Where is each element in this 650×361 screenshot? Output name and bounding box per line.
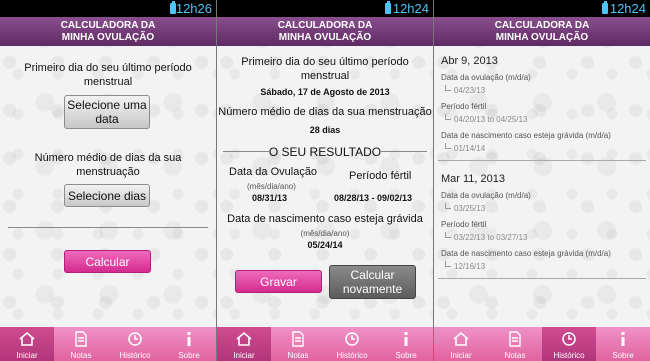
birth-value: 05/24/14	[307, 240, 343, 250]
info-icon	[621, 332, 625, 346]
nav-label-home: Iniciar	[450, 351, 472, 360]
history-icon	[128, 332, 142, 346]
divider	[8, 227, 208, 228]
nav-tab-history[interactable]: Histórico	[108, 327, 162, 361]
status-time: 12h24	[609, 1, 646, 16]
status-bar: 12h24	[217, 0, 433, 17]
history-ovulation-value: 03/25/13	[444, 203, 486, 213]
nav-label-history: Histórico	[336, 351, 368, 360]
nav-tab-notes[interactable]: Notas	[54, 327, 108, 361]
select-days-button[interactable]: Selecione dias	[64, 184, 150, 207]
divider	[438, 160, 646, 161]
nav-label-notes: Notas	[70, 351, 92, 360]
history-fertile-value: 04/20/13 to 04/25/13	[444, 114, 528, 124]
ovulation-format: (mês/dia/ano)	[247, 182, 296, 191]
app-title-line2: MINHA OVULAÇÃO	[495, 32, 589, 43]
history-entry-date: Abr 9, 2013	[441, 55, 498, 67]
notes-icon	[75, 331, 87, 347]
nav-tab-home[interactable]: Iniciar	[0, 327, 54, 361]
info-icon	[404, 332, 408, 346]
nav-tab-home[interactable]: Iniciar	[434, 327, 488, 361]
nav-tab-notes[interactable]: Notas	[488, 327, 542, 361]
nav-label-about: Sobre	[612, 351, 634, 360]
battery-icon	[385, 1, 391, 14]
nav-label-home: Iniciar	[16, 351, 38, 360]
nav-tab-home[interactable]: Iniciar	[217, 327, 271, 361]
notes-icon	[509, 331, 521, 347]
phone-screen-calculator-empty: 12h26 CALCULADORA DA MINHA OVULAÇÃO Prim…	[0, 0, 216, 361]
nav-tab-history[interactable]: Histórico	[542, 327, 596, 361]
status-bar: 12h26	[0, 0, 216, 17]
nav-label-home: Iniciar	[233, 351, 255, 360]
history-birth-value: 12/16/13	[444, 261, 486, 271]
app-title-line2: MINHA OVULAÇÃO	[278, 32, 372, 43]
home-icon	[236, 331, 252, 346]
app-title-bar: CALCULADORA DA MINHA OVULAÇÃO	[434, 17, 650, 46]
nav-label-history: Histórico	[119, 351, 151, 360]
history-ovulation-label: Data da ovulação (m/d/a)	[441, 191, 531, 200]
divider-right	[381, 151, 427, 152]
history-entry-date: Mar 11, 2013	[441, 173, 506, 185]
history-fertile-value: 03/22/13 to 03/27/13	[444, 232, 528, 242]
app-title-bar: CALCULADORA DA MINHA OVULAÇÃO	[0, 17, 216, 46]
nav-label-notes: Notas	[287, 351, 309, 360]
nav-label-about: Sobre	[178, 351, 200, 360]
result-header: O SEU RESULTADO	[268, 145, 382, 159]
nav-label-about: Sobre	[395, 351, 417, 360]
first-day-label: Primeiro dia do seu último período menst…	[241, 56, 409, 82]
home-icon	[453, 331, 469, 346]
history-birth-value: 01/14/14	[444, 143, 486, 153]
app-title-bar: CALCULADORA DA MINHA OVULAÇÃO	[217, 17, 433, 46]
screenshot-strip: 12h26 CALCULADORA DA MINHA OVULAÇÃO Prim…	[0, 0, 650, 361]
history-birth-label: Data de nascimento caso esteja grávida (…	[441, 249, 611, 258]
app-title-line1: CALCULADORA DA	[60, 20, 156, 31]
history-ovulation-label: Data da ovulação (m/d/a)	[441, 73, 531, 82]
save-button[interactable]: Gravar	[235, 270, 322, 293]
history-fertile-label: Período fértil	[441, 102, 487, 111]
status-time: 12h24	[392, 1, 429, 16]
fertile-value: 08/28/13 - 09/02/13	[334, 193, 413, 203]
birth-format: (mês/dia/ano)	[300, 229, 350, 238]
history-ovulation-value: 04/23/13	[444, 85, 486, 95]
app-title-line2: MINHA OVULAÇÃO	[61, 32, 155, 43]
bottom-nav: Iniciar Notas Histórico Sobre	[217, 327, 433, 361]
avg-days-value: 28 dias	[309, 125, 341, 135]
nav-tab-about[interactable]: Sobre	[379, 327, 433, 361]
nav-label-history: Histórico	[553, 351, 585, 360]
home-icon	[19, 331, 35, 346]
calculate-button[interactable]: Calcular	[64, 250, 151, 273]
phone-screen-history: 12h24 CALCULADORA DA MINHA OVULAÇÃO Abr …	[434, 0, 650, 361]
app-title-line1: CALCULADORA DA	[277, 20, 373, 31]
status-bar: 12h24	[434, 0, 650, 17]
recalculate-button[interactable]: Calcular novamente	[329, 265, 416, 299]
history-icon	[345, 332, 359, 346]
select-date-button[interactable]: Selecione uma data	[64, 95, 150, 129]
first-day-label: Primeiro dia do seu último período menst…	[24, 62, 192, 88]
nav-tab-history[interactable]: Histórico	[325, 327, 379, 361]
avg-days-label: Número médio de dias da sua menstruação	[218, 106, 432, 118]
avg-days-label: Número médio de dias da sua menstruação	[34, 152, 182, 178]
nav-tab-notes[interactable]: Notas	[271, 327, 325, 361]
nav-tab-about[interactable]: Sobre	[596, 327, 650, 361]
status-time: 12h26	[175, 1, 212, 16]
history-birth-label: Data de nascimento caso esteja grávida (…	[441, 131, 611, 140]
nav-tab-about[interactable]: Sobre	[162, 327, 216, 361]
ovulation-value: 08/31/13	[252, 193, 288, 203]
bottom-nav: Iniciar Notas Histórico Sobre	[0, 327, 216, 361]
history-fertile-label: Período fértil	[441, 220, 487, 229]
birth-label: Data de nascimento caso esteja grávida	[227, 213, 423, 225]
fertile-label: Período fértil	[349, 170, 412, 182]
notes-icon	[292, 331, 304, 347]
phone-screen-result: 12h24 CALCULADORA DA MINHA OVULAÇÃO Prim…	[217, 0, 433, 361]
battery-icon	[602, 1, 608, 14]
selected-date: Sábado, 17 de Agosto de 2013	[260, 87, 390, 97]
info-icon	[187, 332, 191, 346]
divider	[438, 278, 646, 279]
nav-label-notes: Notas	[504, 351, 526, 360]
ovulation-label: Data da Ovulação	[229, 166, 318, 178]
bottom-nav: Iniciar Notas Histórico Sobre	[434, 327, 650, 361]
app-title-line1: CALCULADORA DA	[494, 20, 590, 31]
history-icon	[562, 332, 576, 346]
